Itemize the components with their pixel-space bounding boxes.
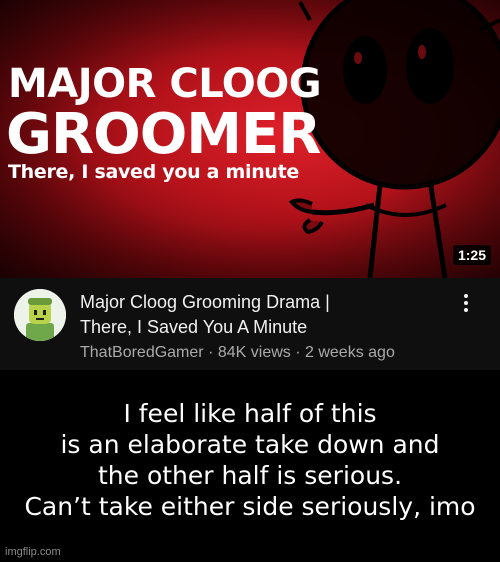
video-title[interactable]: Major Cloog Grooming Drama | There, I Sa… — [80, 290, 440, 340]
meta-separator: · — [208, 344, 214, 361]
caption-line: Can’t take either side seriously, imo — [24, 492, 476, 521]
meme-caption: I feel like half of this is an elaborate… — [0, 398, 500, 522]
video-info-row: Major Cloog Grooming Drama | There, I Sa… — [0, 278, 500, 370]
caption-line: is an elaborate take down and — [60, 430, 440, 459]
caption-line: the other half is serious. — [97, 461, 403, 490]
caption-line: I feel like half of this — [123, 399, 377, 428]
video-metadata: ThatBoredGamer · 84K views · 2 weeks ago — [80, 343, 395, 363]
view-count: 84K views — [217, 344, 291, 361]
video-title-line-1: Major Cloog Grooming Drama | — [80, 292, 330, 312]
video-duration-badge: 1:25 — [452, 245, 491, 265]
more-vert-icon — [464, 294, 468, 312]
thumbnail-subtitle: There, I saved you a minute — [8, 161, 300, 183]
channel-name[interactable]: ThatBoredGamer — [80, 344, 204, 361]
roblox-avatar-icon — [14, 289, 66, 341]
upload-date: 2 weeks ago — [305, 344, 395, 361]
video-title-line-2: There, I Saved You A Minute — [80, 317, 308, 337]
video-options-button[interactable] — [456, 292, 476, 314]
thumbnail-title-line-1: MAJOR CLOOG — [8, 61, 322, 107]
thumbnail-title-line-2: GROOMER — [6, 102, 321, 167]
imgflip-watermark: imgflip.com — [5, 546, 61, 558]
meta-separator: · — [295, 344, 301, 361]
video-thumbnail[interactable]: MAJOR CLOOG GROOMER There, I saved you a… — [0, 0, 500, 278]
channel-avatar[interactable] — [14, 289, 66, 341]
